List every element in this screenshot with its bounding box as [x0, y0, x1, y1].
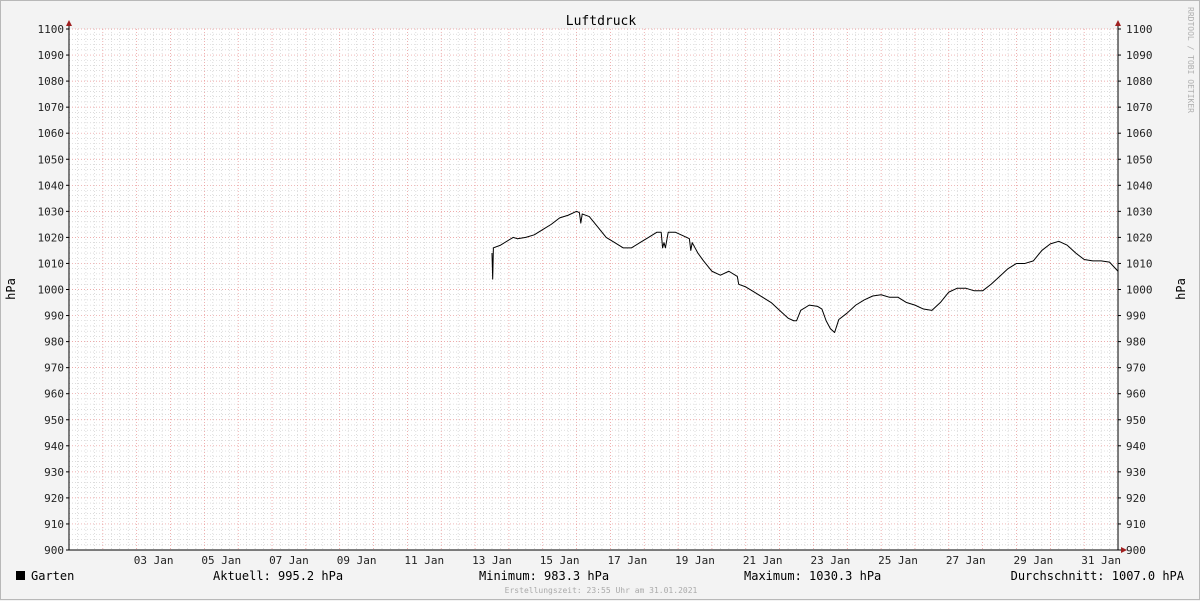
pressure-chart: 900 910 920 930 940 950 960 970 980 990 1000 1010 10…: [4, 7, 1195, 595]
y-tick-label: 1050: [38, 153, 65, 166]
y-tick-label: 920: [1126, 492, 1146, 505]
x-tick-label: 03 Jan: [134, 554, 174, 567]
y-tick-label: 1070: [38, 101, 65, 114]
y-tick-label: 1000: [1126, 284, 1153, 297]
y-tick-label: 1080: [38, 75, 65, 88]
y-tick-label: 1100: [38, 23, 65, 36]
y-tick-label: 1040: [38, 179, 65, 192]
legend-minimum: Minimum: 983.3 hPa: [479, 569, 609, 583]
y-tick-label: 1030: [38, 205, 65, 218]
legend-swatch: [16, 571, 25, 580]
legend-average: Durchschnitt: 1007.0 hPA: [1011, 569, 1185, 583]
y-tick-label: 930: [44, 466, 64, 479]
y-tick-label: 940: [1126, 440, 1146, 453]
x-tick-label: 15 Jan: [540, 554, 580, 567]
x-tick-label: 11 Jan: [404, 554, 444, 567]
y-tick-label: 910: [44, 518, 64, 531]
y-tick-label: 1010: [38, 257, 65, 270]
y-tick-label: 1000: [38, 284, 65, 297]
y-tick-label: 1100: [1126, 23, 1153, 36]
y-tick-label: 930: [1126, 466, 1146, 479]
x-tick-label: 21 Jan: [743, 554, 783, 567]
y-axis-arrow-right: [1115, 20, 1121, 26]
chart-title: Luftdruck: [566, 14, 637, 29]
y-tick-label: 920: [44, 492, 64, 505]
x-tick-label: 13 Jan: [472, 554, 512, 567]
y-tick-label: 1050: [1126, 153, 1153, 166]
y-tick-label: 1040: [1126, 179, 1153, 192]
watermark: RRDTOOL / TOBI OETIKER: [1186, 7, 1195, 113]
y-tick-label: 900: [1126, 544, 1146, 557]
x-tick-label: 09 Jan: [337, 554, 377, 567]
x-tick-label: 19 Jan: [675, 554, 715, 567]
y-tick-label: 1020: [1126, 231, 1153, 244]
legend-maximum: Maximum: 1030.3 hPa: [744, 569, 881, 583]
y-tick-label: 1060: [38, 127, 65, 140]
y-axis-label-left: hPa: [4, 278, 18, 300]
y-tick-labels-right: 900 910 920 930 940 950 960 970 980 990 1000 1010 10…: [1118, 23, 1153, 557]
y-tick-label: 910: [1126, 518, 1146, 531]
y-tick-label: 960: [44, 388, 64, 401]
y-tick-label: 940: [44, 440, 64, 453]
y-tick-label: 1030: [1126, 205, 1153, 218]
y-tick-label: 950: [44, 414, 64, 427]
y-tick-label: 1010: [1126, 257, 1153, 270]
x-tick-label: 05 Jan: [201, 554, 241, 567]
x-tick-label: 29 Jan: [1014, 554, 1054, 567]
y-tick-label: 990: [44, 310, 64, 323]
y-tick-label: 1060: [1126, 127, 1153, 140]
y-tick-label: 1020: [38, 231, 65, 244]
x-tick-label: 23 Jan: [810, 554, 850, 567]
legend-current: Aktuell: 995.2 hPa: [213, 569, 343, 583]
y-tick-label: 960: [1126, 388, 1146, 401]
x-tick-label: 17 Jan: [607, 554, 647, 567]
y-tick-labels-left: 900 910 920 930 940 950 960 970 980 990 1000 1010 10…: [38, 23, 69, 557]
chart-frame: 900 910 920 930 940 950 960 970 980 990 1000 1010 10…: [0, 0, 1200, 600]
y-tick-label: 980: [44, 336, 64, 349]
y-tick-label: 970: [1126, 362, 1146, 375]
x-tick-label: 27 Jan: [946, 554, 986, 567]
y-tick-label: 950: [1126, 414, 1146, 427]
y-axis-label-right: hPa: [1174, 278, 1188, 300]
x-tick-label: 07 Jan: [269, 554, 309, 567]
creation-timestamp: Erstellungszeit: 23:55 Uhr am 31.01.2021: [505, 586, 698, 595]
legend-series-label: Garten: [31, 569, 74, 583]
y-tick-label: 1090: [1126, 49, 1153, 62]
y-tick-label: 900: [44, 544, 64, 557]
y-axis-arrow-left: [66, 20, 72, 26]
y-tick-label: 1090: [38, 49, 65, 62]
x-tick-label: 25 Jan: [878, 554, 918, 567]
y-tick-label: 970: [44, 362, 64, 375]
x-tick-labels: 03 Jan 05 Jan 07 Jan 09 Jan 11 Jan 13 Jan 15 J…: [134, 554, 1121, 567]
y-tick-label: 1080: [1126, 75, 1153, 88]
y-tick-label: 990: [1126, 310, 1146, 323]
x-tick-label: 31 Jan: [1081, 554, 1121, 567]
y-tick-label: 1070: [1126, 101, 1153, 114]
y-tick-label: 980: [1126, 336, 1146, 349]
